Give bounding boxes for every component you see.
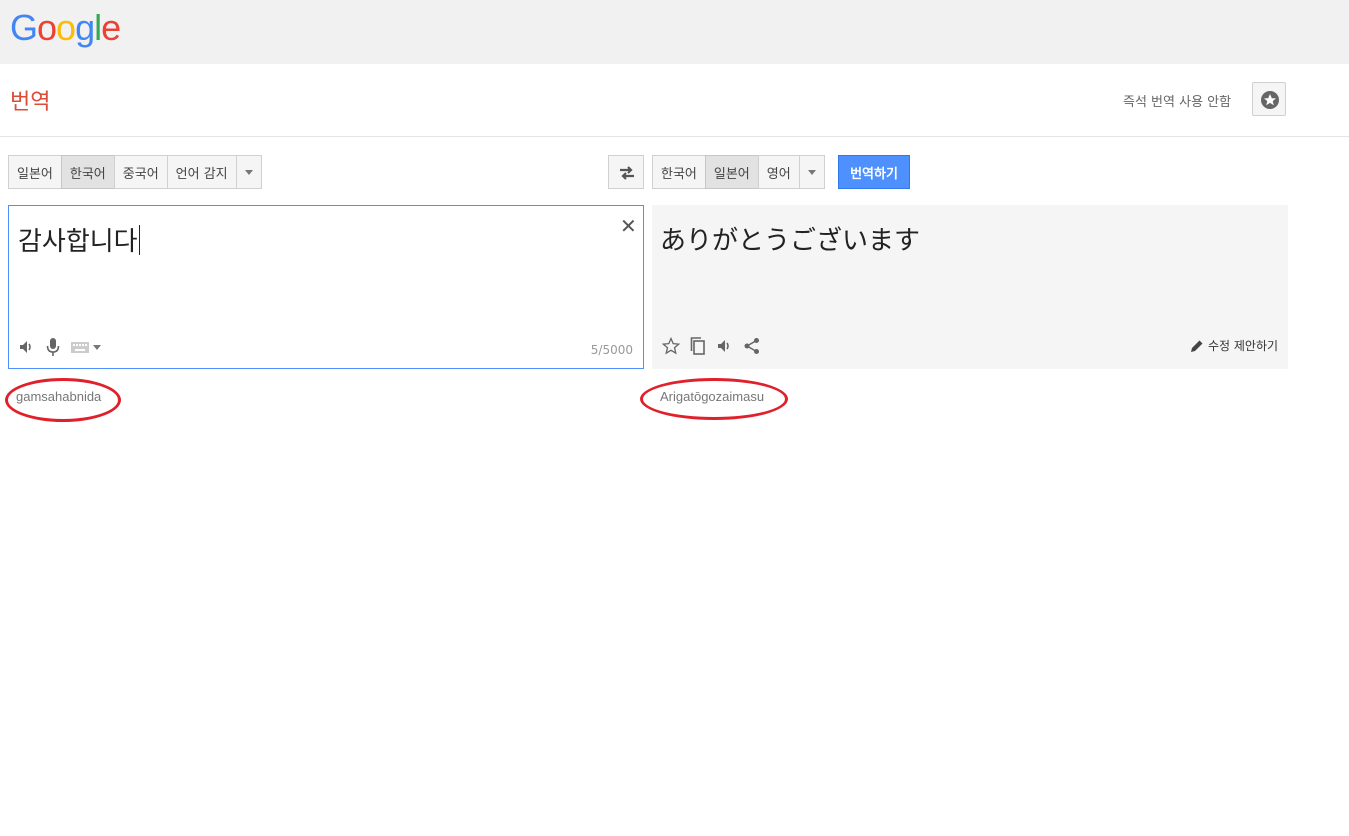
logo-letter: e	[101, 7, 121, 48]
translation-tools	[662, 336, 761, 356]
chevron-down-icon	[244, 169, 253, 175]
phrasebook-button[interactable]	[1252, 82, 1286, 116]
target-lang-dropdown[interactable]	[798, 155, 825, 189]
copy-icon[interactable]	[689, 336, 707, 356]
star-circle-icon	[1261, 91, 1279, 109]
highlight-ellipse	[640, 378, 788, 420]
source-lang-chinese[interactable]: 중국어	[113, 155, 167, 189]
translation-text: ありがとうございます	[660, 226, 921, 256]
source-lang-korean[interactable]: 한국어	[60, 155, 114, 189]
translate-button[interactable]: 번역하기	[838, 155, 910, 189]
top-bar: Google	[0, 0, 1349, 64]
keyboard-icon	[71, 342, 89, 353]
suggest-edit-link[interactable]: 수정 제안하기	[1190, 337, 1278, 354]
source-text-value: 감사합니다	[18, 227, 138, 257]
pencil-icon	[1191, 340, 1203, 352]
share-icon[interactable]	[743, 337, 761, 355]
logo-letter: o	[56, 7, 76, 48]
target-lang-korean[interactable]: 한국어	[652, 155, 705, 189]
instant-translation-toggle[interactable]: 즉석 번역 사용 안함	[1123, 91, 1231, 110]
target-lang-english[interactable]: 영어	[757, 155, 799, 189]
character-count: 5/5000	[590, 343, 633, 357]
source-lang-japanese[interactable]: 일본어	[8, 155, 61, 189]
logo-letter: g	[75, 7, 95, 48]
star-icon[interactable]	[662, 337, 680, 355]
google-logo[interactable]: Google	[10, 6, 121, 50]
chevron-down-icon	[807, 169, 816, 175]
target-lang-japanese[interactable]: 일본어	[704, 155, 758, 189]
title-bar: 번역 즉석 번역 사용 안함	[0, 64, 1349, 137]
suggest-edit-label: 수정 제안하기	[1208, 339, 1279, 353]
source-tools	[18, 337, 101, 357]
keyboard-menu[interactable]	[70, 340, 101, 354]
text-cursor	[138, 225, 140, 255]
target-language-bar: 한국어 일본어 영어	[652, 155, 825, 189]
source-text-area[interactable]: 감사합니다 ✕ 5/5000	[8, 205, 644, 369]
swap-languages-button[interactable]	[608, 155, 644, 189]
microphone-icon[interactable]	[44, 337, 62, 357]
page-title: 번역	[10, 90, 51, 115]
speaker-icon[interactable]	[716, 337, 734, 355]
source-lang-detect[interactable]: 언어 감지	[166, 155, 236, 189]
logo-letter: l	[94, 7, 102, 48]
logo-letter: o	[37, 7, 57, 48]
source-lang-dropdown[interactable]	[235, 155, 262, 189]
speaker-icon[interactable]	[18, 338, 36, 356]
highlight-ellipse	[5, 378, 121, 422]
source-text[interactable]: 감사합니다	[18, 221, 140, 258]
close-icon[interactable]: ✕	[620, 214, 637, 238]
source-language-bar: 일본어 한국어 중국어 언어 감지	[8, 155, 262, 189]
translation-output-area: ありがとうございます 수정 제안하기	[652, 205, 1288, 369]
swap-arrows-icon	[620, 166, 634, 180]
logo-letter: G	[10, 7, 38, 48]
chevron-down-icon	[93, 344, 101, 350]
